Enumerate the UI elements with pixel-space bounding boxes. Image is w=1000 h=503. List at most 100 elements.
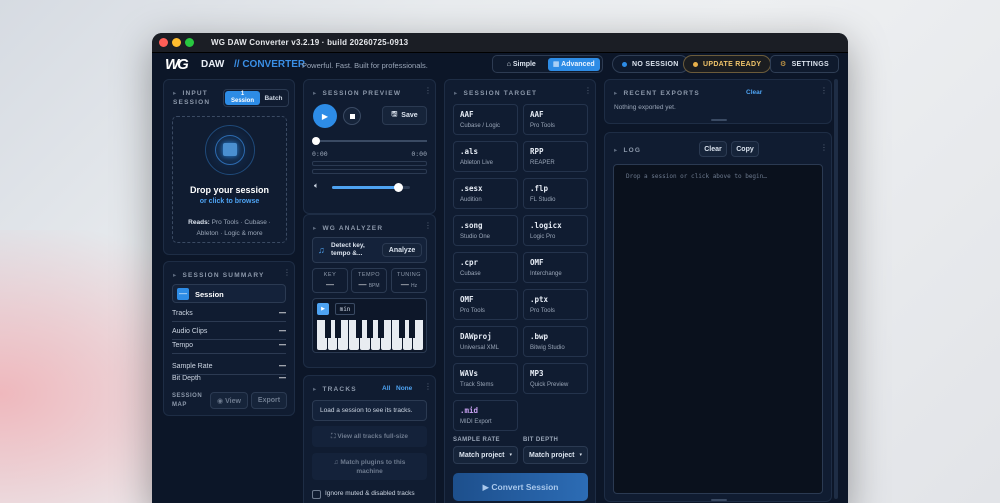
- convert-session-button[interactable]: ▶ Convert Session: [453, 473, 588, 501]
- drop-zone[interactable]: Drop your session or click to browse Rea…: [172, 116, 287, 243]
- time-start: 0:00: [312, 150, 328, 158]
- more-icon[interactable]: ⋮: [820, 144, 828, 152]
- format-option[interactable]: AAF Pro Tools: [523, 104, 588, 135]
- stop-button[interactable]: [343, 107, 361, 125]
- format-app: Interchange: [530, 271, 562, 277]
- sample-rate-select[interactable]: Match project ▾: [453, 446, 518, 464]
- resize-handle[interactable]: [711, 499, 727, 501]
- target-title: ▸ SESSION TARGET: [454, 90, 538, 97]
- format-option[interactable]: MP3 Quick Preview: [523, 363, 588, 394]
- format-option[interactable]: .bwp Bitwig Studio: [523, 326, 588, 357]
- tab-batch[interactable]: Batch: [260, 91, 287, 105]
- piano-black-key[interactable]: [398, 320, 405, 338]
- save-button[interactable]: 🖫 Save: [382, 106, 427, 125]
- summary-row-tracks: Tracks —: [172, 310, 286, 322]
- zoom-window-button[interactable]: [185, 38, 194, 47]
- browse-link[interactable]: or click to browse: [173, 198, 286, 205]
- update-dot-icon: [693, 61, 698, 67]
- piano-black-key[interactable]: [324, 320, 331, 338]
- view-full-tracks-button[interactable]: ⛶ View all tracks full-size: [312, 426, 427, 447]
- format-option[interactable]: .cpr Cubase: [453, 252, 518, 283]
- update-ready-button[interactable]: UPDATE READY: [683, 55, 772, 73]
- piano-black-key[interactable]: [409, 320, 416, 338]
- session-status-label: NO SESSION: [632, 60, 679, 68]
- copy-log-button[interactable]: Copy: [731, 141, 759, 157]
- piano-keys: [317, 320, 424, 350]
- mode-advanced-button[interactable]: ▦ Advanced: [547, 57, 600, 71]
- app-window: WG DAW Converter v3.2.19 · build 2026072…: [152, 33, 848, 503]
- view-map-button[interactable]: ◉ View: [210, 392, 248, 409]
- folder-icon: [223, 143, 237, 156]
- seek-handle[interactable]: [312, 137, 320, 145]
- piano-black-key[interactable]: [377, 320, 384, 338]
- recent-exports-panel: ▸ RECENT EXPORTS Clear ⋮ Nothing exported…: [604, 79, 832, 124]
- more-icon[interactable]: ⋮: [424, 383, 432, 391]
- app-name: DAW: [201, 59, 225, 70]
- export-map-button[interactable]: Export: [251, 392, 287, 409]
- format-option[interactable]: DAWproj Universal XML: [453, 326, 518, 357]
- piano-black-key[interactable]: [335, 320, 342, 338]
- waveform-lane-2: [312, 169, 427, 174]
- format-option[interactable]: .ptx Pro Tools: [523, 289, 588, 320]
- format-option[interactable]: .mid MIDI Export: [453, 400, 518, 431]
- format-option[interactable]: WAVs Track Stems: [453, 363, 518, 394]
- format-name: .sesx: [460, 184, 483, 193]
- bit-depth-select[interactable]: Match project ▾: [523, 446, 588, 464]
- tab-single-session[interactable]: 1 Session: [225, 91, 260, 105]
- sample-rate-label: SAMPLE RATE: [453, 437, 500, 443]
- key-box: KEY —: [312, 268, 348, 293]
- select-none-link[interactable]: None: [396, 385, 412, 392]
- format-name: DAWproj: [460, 332, 492, 341]
- seek-track[interactable]: [314, 140, 427, 142]
- format-app: Track Stems: [460, 382, 494, 388]
- piano-black-key[interactable]: [356, 320, 363, 338]
- mode-simple-button[interactable]: ⌂ Simple: [495, 58, 548, 71]
- settings-label: SETTINGS: [791, 60, 829, 68]
- format-app: Cubase: [460, 271, 481, 277]
- resize-handle[interactable]: [711, 119, 727, 121]
- session-status-badge[interactable]: NO SESSION: [612, 55, 689, 73]
- session-preview-panel: ▸ SESSION PREVIEW ⋮ ▶ 🖫 Save 0:00 0:00 🔈︎: [303, 79, 436, 214]
- format-option[interactable]: .song Studio One: [453, 215, 518, 246]
- midi-play-button[interactable]: ▶: [317, 303, 329, 315]
- format-app: Pro Tools: [530, 123, 555, 129]
- more-icon[interactable]: ⋮: [424, 222, 432, 230]
- more-icon[interactable]: ⋮: [820, 87, 828, 95]
- more-icon[interactable]: ⋮: [283, 269, 291, 277]
- ignore-muted-checkbox[interactable]: [312, 490, 321, 499]
- waveform-lane-1: [312, 161, 427, 166]
- format-option[interactable]: .sesx Audition: [453, 178, 518, 209]
- format-option[interactable]: RPP REAPER: [523, 141, 588, 172]
- format-option[interactable]: .flp FL Studio: [523, 178, 588, 209]
- more-icon[interactable]: ⋮: [584, 87, 592, 95]
- status-dot-icon: [622, 61, 627, 67]
- app-suffix: // CONVERTER: [234, 59, 306, 70]
- session-name-box: — Session: [172, 284, 286, 303]
- analyze-button[interactable]: Analyze: [382, 243, 422, 257]
- piano-black-key[interactable]: [367, 320, 373, 338]
- app-header: WG DAW // CONVERTER Powerful. Fast. Buil…: [152, 54, 848, 76]
- detect-box: ♫ Detect key, tempo &... Analyze: [312, 237, 427, 263]
- minimize-window-button[interactable]: [172, 38, 181, 47]
- format-app: Cubase / Logic: [460, 123, 501, 129]
- select-all-link[interactable]: All: [382, 385, 390, 392]
- chevron-down-icon: ▾: [509, 452, 512, 458]
- settings-button[interactable]: ⚙ SETTINGS: [770, 55, 839, 73]
- format-option[interactable]: .logicx Logic Pro: [523, 215, 588, 246]
- format-option[interactable]: OMF Interchange: [523, 252, 588, 283]
- format-app: MIDI Export: [460, 419, 492, 425]
- format-option[interactable]: .als Ableton Live: [453, 141, 518, 172]
- scrollbar[interactable]: [834, 79, 838, 499]
- clear-log-button[interactable]: Clear: [699, 141, 727, 157]
- clear-exports-link[interactable]: Clear: [746, 89, 762, 96]
- format-option[interactable]: OMF Pro Tools: [453, 289, 518, 320]
- volume-handle[interactable]: [394, 183, 404, 192]
- format-option[interactable]: AAF Cubase / Logic: [453, 104, 518, 135]
- match-plugins-button[interactable]: ♫ Match plugins to this machine: [312, 453, 427, 480]
- format-name: WAVs: [460, 369, 479, 378]
- supported-formats: Reads: Pro Tools · Cubase · Ableton · Log…: [188, 219, 271, 237]
- close-window-button[interactable]: [159, 38, 168, 47]
- play-button[interactable]: ▶: [313, 104, 337, 128]
- more-icon[interactable]: ⋮: [424, 87, 432, 95]
- format-app: Pro Tools: [460, 308, 485, 314]
